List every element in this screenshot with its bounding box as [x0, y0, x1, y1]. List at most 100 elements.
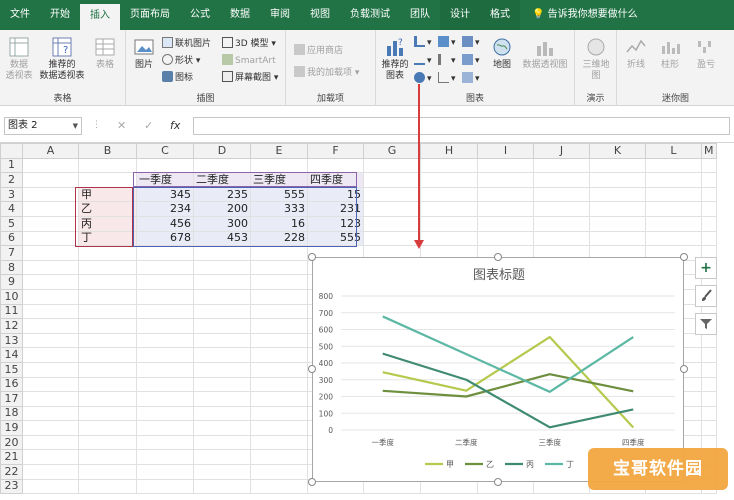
online-picture-button[interactable]: 联机图片 [162, 37, 211, 50]
cell-D7[interactable] [193, 245, 251, 261]
cell-D14[interactable] [193, 347, 251, 363]
store-button[interactable]: 应用商店 [294, 44, 343, 57]
cell-A17[interactable] [22, 391, 79, 407]
cell-B15[interactable] [78, 361, 137, 378]
cell-L1[interactable] [645, 157, 702, 174]
combo-chart-button[interactable]: ▾ [462, 36, 480, 49]
cell-C6[interactable]: 678 [136, 230, 194, 247]
cell-J6[interactable] [533, 230, 590, 247]
cell-D4[interactable]: 200 [193, 201, 251, 217]
cell-J4[interactable] [533, 201, 590, 217]
cell-G4[interactable] [363, 201, 421, 217]
column-header-L[interactable]: L [645, 143, 702, 159]
cell-D1[interactable] [193, 157, 251, 174]
cell-G3[interactable] [363, 186, 421, 203]
cell-A9[interactable] [22, 274, 79, 290]
cell-J3[interactable] [533, 186, 590, 203]
cell-L5[interactable] [645, 215, 702, 232]
cell-G5[interactable] [363, 215, 421, 232]
hierarchy-chart-button[interactable]: ▾ [438, 36, 456, 49]
cell-A4[interactable] [22, 201, 79, 217]
resize-handle-tl[interactable] [308, 253, 316, 261]
cell-A11[interactable] [22, 303, 79, 320]
row-header-2[interactable]: 2 [0, 172, 23, 188]
cell-E13[interactable] [250, 332, 308, 349]
cell-B10[interactable] [78, 288, 137, 305]
cell-M19[interactable] [701, 420, 717, 436]
cell-D2[interactable]: 二季度 [193, 172, 251, 188]
cell-A15[interactable] [22, 361, 79, 378]
cell-C10[interactable] [136, 288, 194, 305]
cell-E18[interactable] [250, 405, 308, 422]
cell-E19[interactable] [250, 420, 308, 436]
tab-0[interactable]: 文件 [0, 0, 40, 30]
row-header-12[interactable]: 12 [0, 318, 23, 334]
cell-L2[interactable] [645, 172, 702, 188]
picture-button[interactable]: 图片 [130, 36, 158, 71]
row-header-8[interactable]: 8 [0, 259, 23, 276]
row-header-22[interactable]: 22 [0, 464, 23, 480]
tab-4[interactable]: 公式 [180, 0, 220, 30]
cell-E1[interactable] [250, 157, 308, 174]
tell-me-search[interactable]: 💡 告诉我你想要做什么 [522, 0, 648, 30]
cell-B21[interactable] [78, 449, 137, 466]
row-header-6[interactable]: 6 [0, 230, 23, 247]
cell-E20[interactable] [250, 434, 308, 451]
smartart-button[interactable]: SmartArt [222, 54, 276, 67]
row-header-5[interactable]: 5 [0, 215, 23, 232]
cell-D11[interactable] [193, 303, 251, 320]
row-header-14[interactable]: 14 [0, 347, 23, 363]
cell-E9[interactable] [250, 274, 308, 290]
cell-C12[interactable] [136, 318, 194, 334]
shapes-button[interactable]: 形状 ▾ [162, 54, 200, 67]
cell-E7[interactable] [250, 245, 308, 261]
recommended-charts-button[interactable]: ? 推荐的 图表 [378, 36, 412, 82]
tab-5[interactable]: 数据 [220, 0, 260, 30]
cell-F5[interactable]: 123 [307, 215, 364, 232]
cell-C22[interactable] [136, 464, 194, 480]
cell-H1[interactable] [420, 157, 478, 174]
cell-B3[interactable]: 甲 [78, 186, 137, 203]
cell-E4[interactable]: 333 [250, 201, 308, 217]
sparkline-winloss-button[interactable]: 盈亏 [691, 36, 721, 71]
cell-A22[interactable] [22, 464, 79, 480]
cell-C4[interactable]: 234 [136, 201, 194, 217]
cell-A13[interactable] [22, 332, 79, 349]
cell-A18[interactable] [22, 405, 79, 422]
cell-A21[interactable] [22, 449, 79, 466]
cell-F4[interactable]: 231 [307, 201, 364, 217]
cell-G1[interactable] [363, 157, 421, 174]
chart-elements-button[interactable]: + [695, 257, 717, 279]
cell-B5[interactable]: 丙 [78, 215, 137, 232]
row-header-7[interactable]: 7 [0, 245, 23, 261]
cell-E2[interactable]: 三季度 [250, 172, 308, 188]
cell-E16[interactable] [250, 376, 308, 393]
cell-C8[interactable] [136, 259, 194, 276]
tab-3[interactable]: 页面布局 [120, 0, 180, 30]
cell-C11[interactable] [136, 303, 194, 320]
cell-A3[interactable] [22, 186, 79, 203]
cancel-icon[interactable]: ✕ [117, 119, 126, 132]
cell-I5[interactable] [477, 215, 534, 232]
cell-B1[interactable] [78, 157, 137, 174]
cell-L3[interactable] [645, 186, 702, 203]
cell-E6[interactable]: 228 [250, 230, 308, 247]
cell-M15[interactable] [701, 361, 717, 378]
cell-A2[interactable] [22, 172, 79, 188]
cell-C3[interactable]: 345 [136, 186, 194, 203]
cell-D20[interactable] [193, 434, 251, 451]
cell-M3[interactable] [701, 186, 717, 203]
cell-K3[interactable] [589, 186, 646, 203]
column-header-B[interactable]: B [78, 143, 137, 159]
my-addins-button[interactable]: 我的加载项 ▾ [294, 66, 359, 79]
formula-input[interactable] [193, 117, 730, 135]
cell-H5[interactable] [420, 215, 478, 232]
cell-H4[interactable] [420, 201, 478, 217]
column-header-H[interactable]: H [420, 143, 478, 159]
cell-E14[interactable] [250, 347, 308, 363]
cell-D5[interactable]: 300 [193, 215, 251, 232]
cell-E17[interactable] [250, 391, 308, 407]
cell-C13[interactable] [136, 332, 194, 349]
cell-H6[interactable] [420, 230, 478, 247]
row-header-18[interactable]: 18 [0, 405, 23, 422]
